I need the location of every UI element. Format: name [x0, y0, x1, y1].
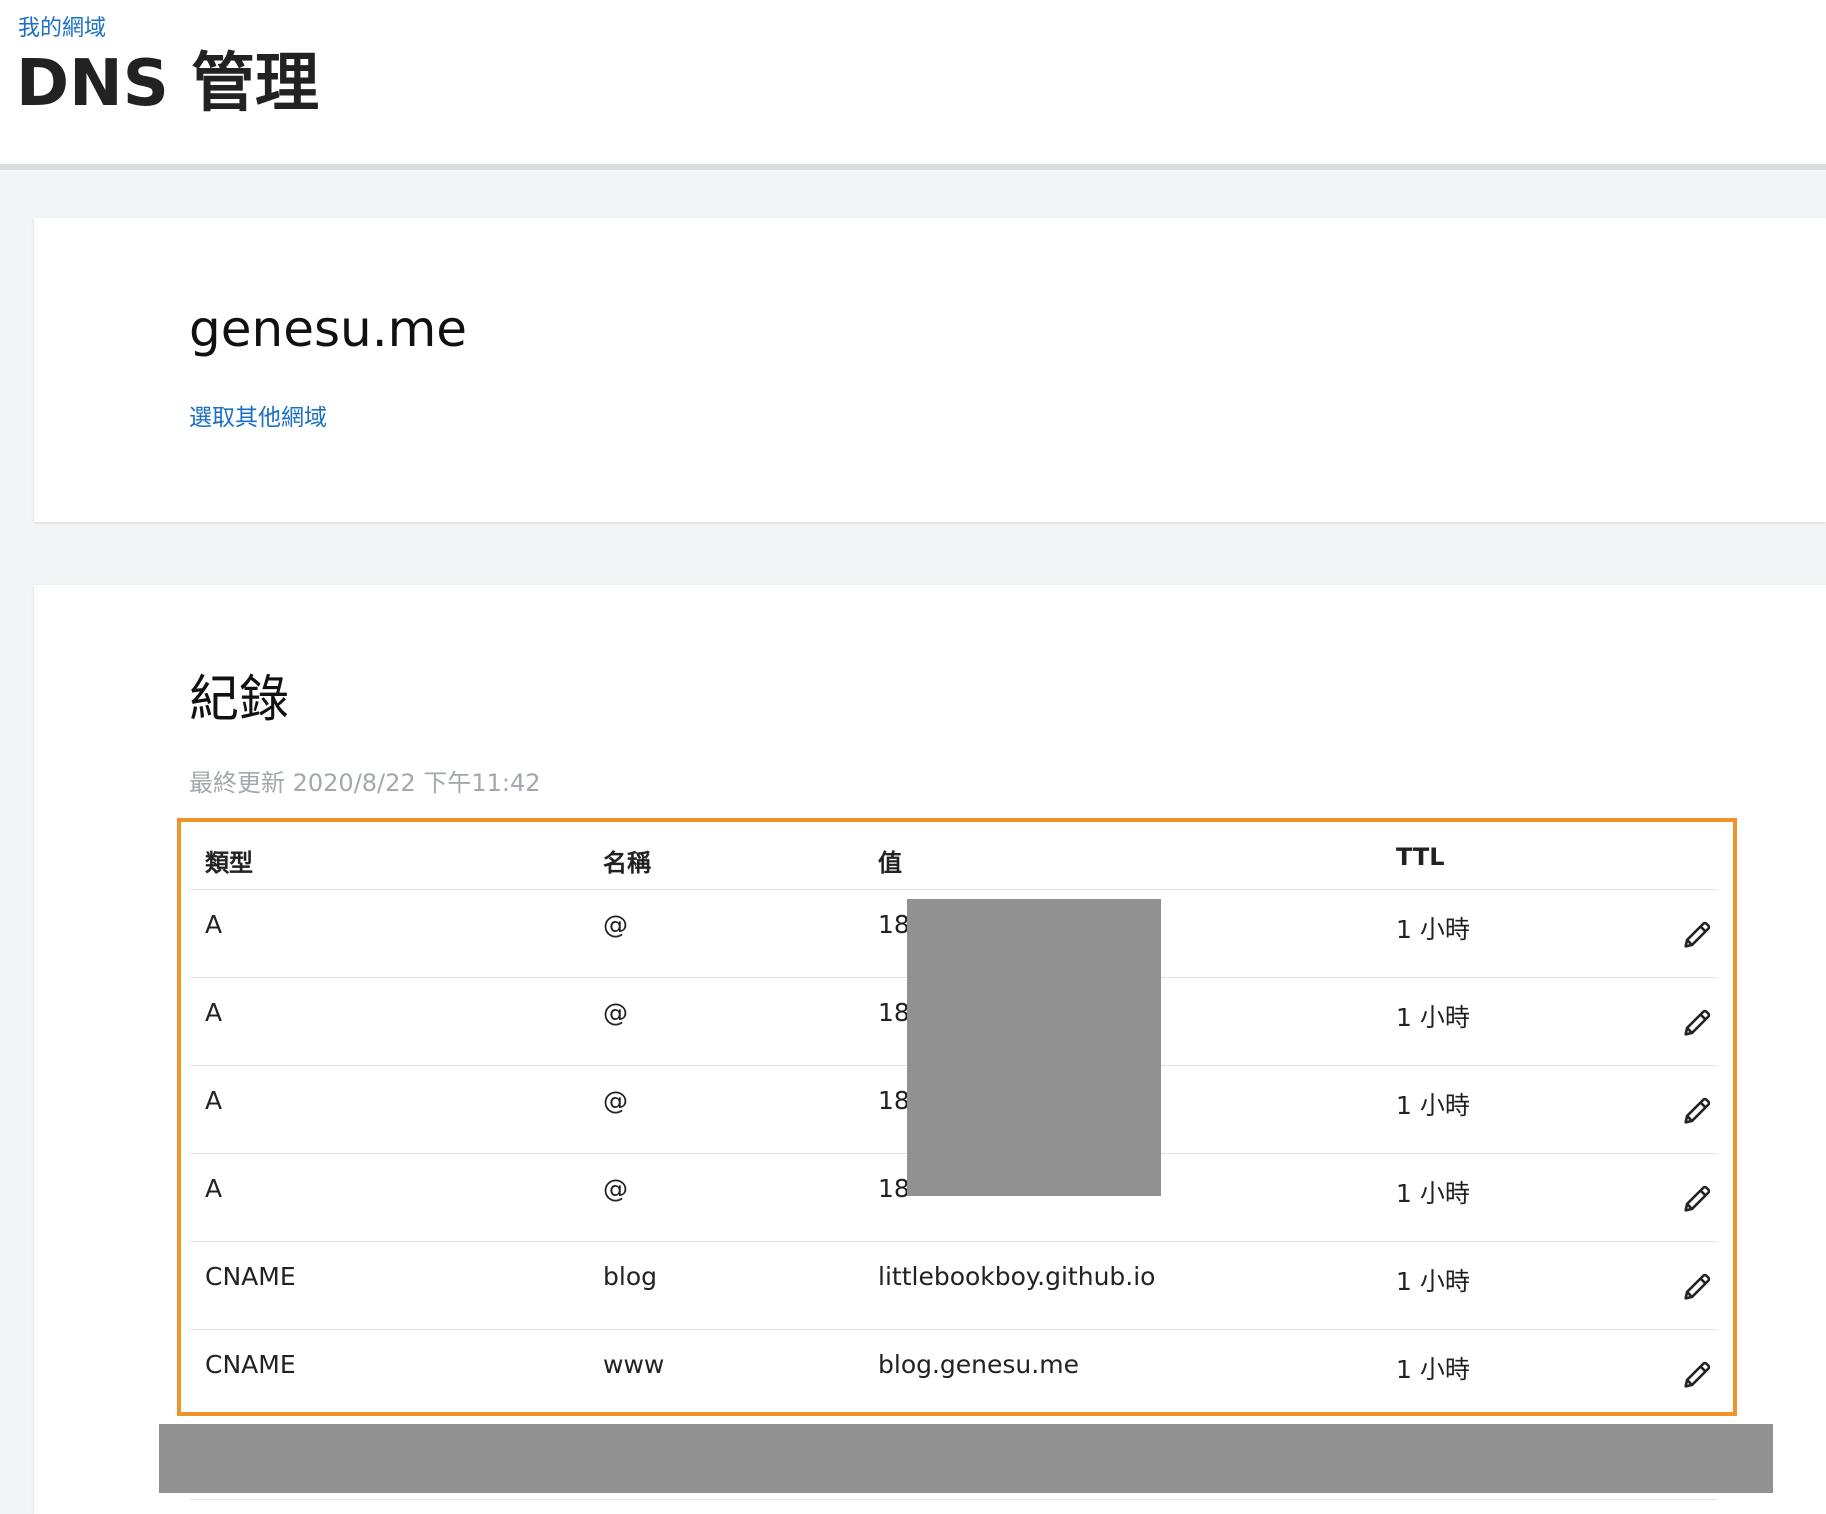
edit-record-button[interactable] [1680, 1358, 1714, 1392]
record-name: @ [603, 1086, 628, 1115]
record-type: A [205, 998, 223, 1027]
record-type: CNAME [205, 1262, 296, 1291]
breadcrumb-my-domains[interactable]: 我的網域 [18, 10, 106, 42]
column-header-ttl: TTL [1396, 843, 1445, 871]
domain-name: genesu.me [189, 300, 468, 358]
edit-record-button[interactable] [1680, 1094, 1714, 1128]
record-name: www [603, 1350, 665, 1379]
redaction-block-values [907, 899, 1161, 1196]
column-header-type: 類型 [205, 849, 253, 877]
pencil-icon [1684, 1361, 1711, 1388]
edit-record-button[interactable] [1680, 1270, 1714, 1304]
record-ttl: 1 小時 [1396, 1003, 1470, 1032]
records-title: 紀錄 [189, 670, 289, 728]
select-other-domain-link[interactable]: 選取其他網域 [189, 398, 327, 432]
record-name: blog [603, 1262, 657, 1291]
pencil-icon [1684, 921, 1711, 948]
table-header: 類型 名稱 值 TTL [190, 825, 1718, 890]
record-value: 18 [878, 998, 910, 1027]
divider [190, 1499, 1718, 1500]
record-ttl: 1 小時 [1396, 1267, 1470, 1296]
record-ttl: 1 小時 [1396, 1179, 1470, 1208]
edit-record-button[interactable] [1680, 1182, 1714, 1216]
record-value: littlebookboy.github.io [878, 1262, 1156, 1291]
record-name: @ [603, 910, 628, 939]
edit-record-button[interactable] [1680, 918, 1714, 952]
record-ttl: 1 小時 [1396, 915, 1470, 944]
record-type: A [205, 1086, 223, 1115]
domain-card: genesu.me 選取其他網域 [34, 218, 1826, 522]
column-header-value: 值 [878, 849, 902, 877]
last-updated-text: 最終更新 2020/8/22 下午11:42 [189, 769, 541, 797]
record-value: 18 [878, 910, 910, 939]
pencil-icon [1684, 1273, 1711, 1300]
column-header-name: 名稱 [603, 849, 651, 877]
page-title: DNS 管理 [16, 47, 320, 121]
pencil-icon [1684, 1009, 1711, 1036]
redaction-block-bottom [159, 1424, 1773, 1493]
record-type: CNAME [205, 1350, 296, 1379]
edit-record-button[interactable] [1680, 1006, 1714, 1040]
pencil-icon [1684, 1097, 1711, 1124]
record-type: A [205, 1174, 223, 1203]
record-name: @ [603, 998, 628, 1027]
record-value: blog.genesu.me [878, 1350, 1079, 1379]
table-row: CNAME www blog.genesu.me 1 小時 [190, 1330, 1718, 1418]
record-value: 18 [878, 1174, 910, 1203]
record-ttl: 1 小時 [1396, 1091, 1470, 1120]
record-value: 18 [878, 1086, 910, 1115]
pencil-icon [1684, 1185, 1711, 1212]
record-ttl: 1 小時 [1396, 1355, 1470, 1384]
page-header: 我的網域 DNS 管理 [0, 0, 1826, 170]
table-row: CNAME blog littlebookboy.github.io 1 小時 [190, 1242, 1718, 1330]
record-name: @ [603, 1174, 628, 1203]
record-type: A [205, 910, 223, 939]
